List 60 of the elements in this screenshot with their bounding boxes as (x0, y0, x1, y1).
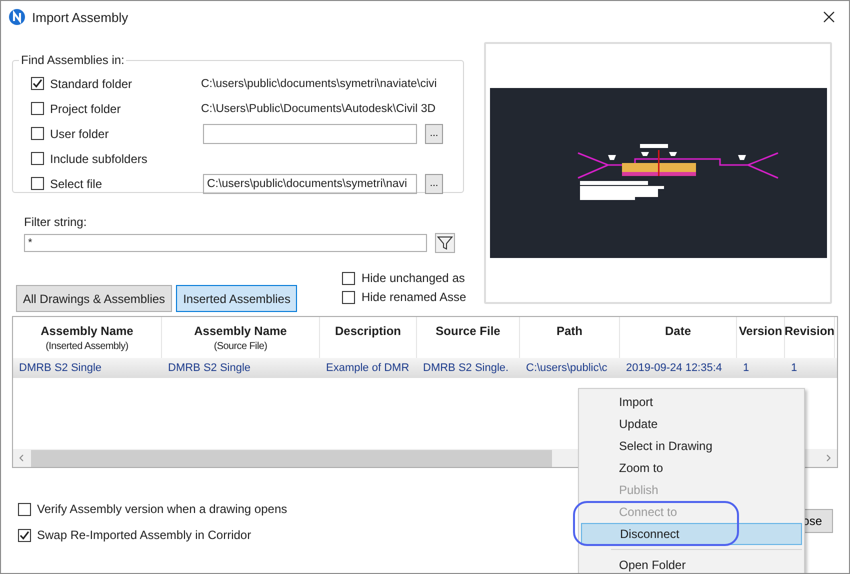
folder-path: C:\users\public\documents\symetri\naviate\civi (201, 78, 438, 90)
browse-button[interactable]: ... (425, 124, 443, 144)
column-header[interactable]: Assembly Name (40, 324, 134, 338)
column-header[interactable]: Assembly Name (194, 324, 287, 338)
table-cell-text: Example of DMR (325, 362, 410, 374)
scrollbar-thumb[interactable] (31, 450, 552, 466)
checkbox[interactable] (31, 127, 44, 140)
close-icon[interactable] (823, 11, 835, 23)
filter-label: Filter string: (24, 215, 88, 229)
table-cell-text: 1 (790, 362, 798, 374)
menu-item[interactable]: Import (581, 391, 802, 413)
column-header[interactable]: Description (334, 324, 401, 338)
checkbox-label: Select file (50, 176, 102, 190)
folder-path: C:\Users\Public\Documents\Autodesk\Civil 3D (201, 102, 437, 114)
menu-item[interactable]: Select in Drawing (581, 435, 802, 457)
column-header[interactable]: Path (556, 324, 582, 338)
checkbox-label: Verify Assembly version when a drawing opens (37, 502, 288, 516)
table-cell-text: DMRB S2 Single (167, 362, 252, 374)
menu-item[interactable]: Update (581, 413, 802, 435)
checkbox-label: Include subfolders (50, 152, 148, 166)
checkbox[interactable] (31, 177, 44, 190)
tab[interactable]: All Drawings & Assemblies (16, 285, 172, 312)
window-title: Import Assembly (32, 10, 130, 24)
table-cell-text: 2019-09-24 12:35:4 (625, 362, 724, 374)
column-header[interactable]: Version (738, 324, 782, 338)
column-header[interactable]: Revision (784, 324, 835, 338)
table-cell-text: 1 (742, 362, 750, 374)
checkbox[interactable] (18, 502, 31, 516)
column-subtitle: (Source File) (214, 341, 268, 352)
column-header[interactable]: Date (664, 324, 691, 338)
table-cell-text: DMRB S2 Single (18, 362, 103, 374)
checkbox-label: Hide renamed Asse (361, 290, 466, 304)
table-cell-text: DMRB S2 Single. (422, 362, 510, 374)
checkbox[interactable] (31, 152, 44, 165)
filter-field[interactable]: * (24, 234, 427, 252)
checkbox[interactable] (342, 272, 356, 284)
app-logo-icon (9, 9, 25, 25)
group-title: Find Assemblies in: (20, 53, 126, 67)
checkbox[interactable] (18, 528, 31, 542)
table-cell-text: C:\users\public\c (525, 362, 608, 374)
checkbox[interactable] (31, 102, 44, 115)
checkbox[interactable] (31, 77, 44, 90)
column-subtitle: (Inserted Assembly) (46, 341, 128, 352)
browse-button[interactable]: ... (425, 174, 443, 194)
funnel-icon (437, 235, 453, 251)
menu-item[interactable]: Disconnect (581, 523, 802, 545)
path-field[interactable] (203, 124, 417, 144)
path-field[interactable]: C:\users\public\documents\symetri\navi (203, 174, 417, 194)
menu-item[interactable]: Open Folder (581, 554, 802, 573)
checkbox-label: Project folder (50, 102, 121, 116)
tab[interactable]: Inserted Assemblies (176, 285, 298, 312)
checkbox-label: User folder (50, 126, 109, 140)
menu-item[interactable]: Zoom to (581, 457, 802, 479)
column-header[interactable]: Source File (436, 324, 500, 338)
checkbox-label: Swap Re-Imported Assembly in Corridor (37, 528, 252, 542)
checkbox[interactable] (342, 290, 356, 304)
filter-button[interactable] (435, 233, 455, 253)
table-row[interactable]: DMRB S2 Single DMRB S2 Single Example of DMR DMRB S2 Single. C:\users\public\c 2019-09-24 12:35:4 1 1 (13, 358, 837, 378)
checkbox-label: Standard folder (50, 76, 132, 90)
checkbox-label: Hide unchanged as (361, 271, 465, 285)
